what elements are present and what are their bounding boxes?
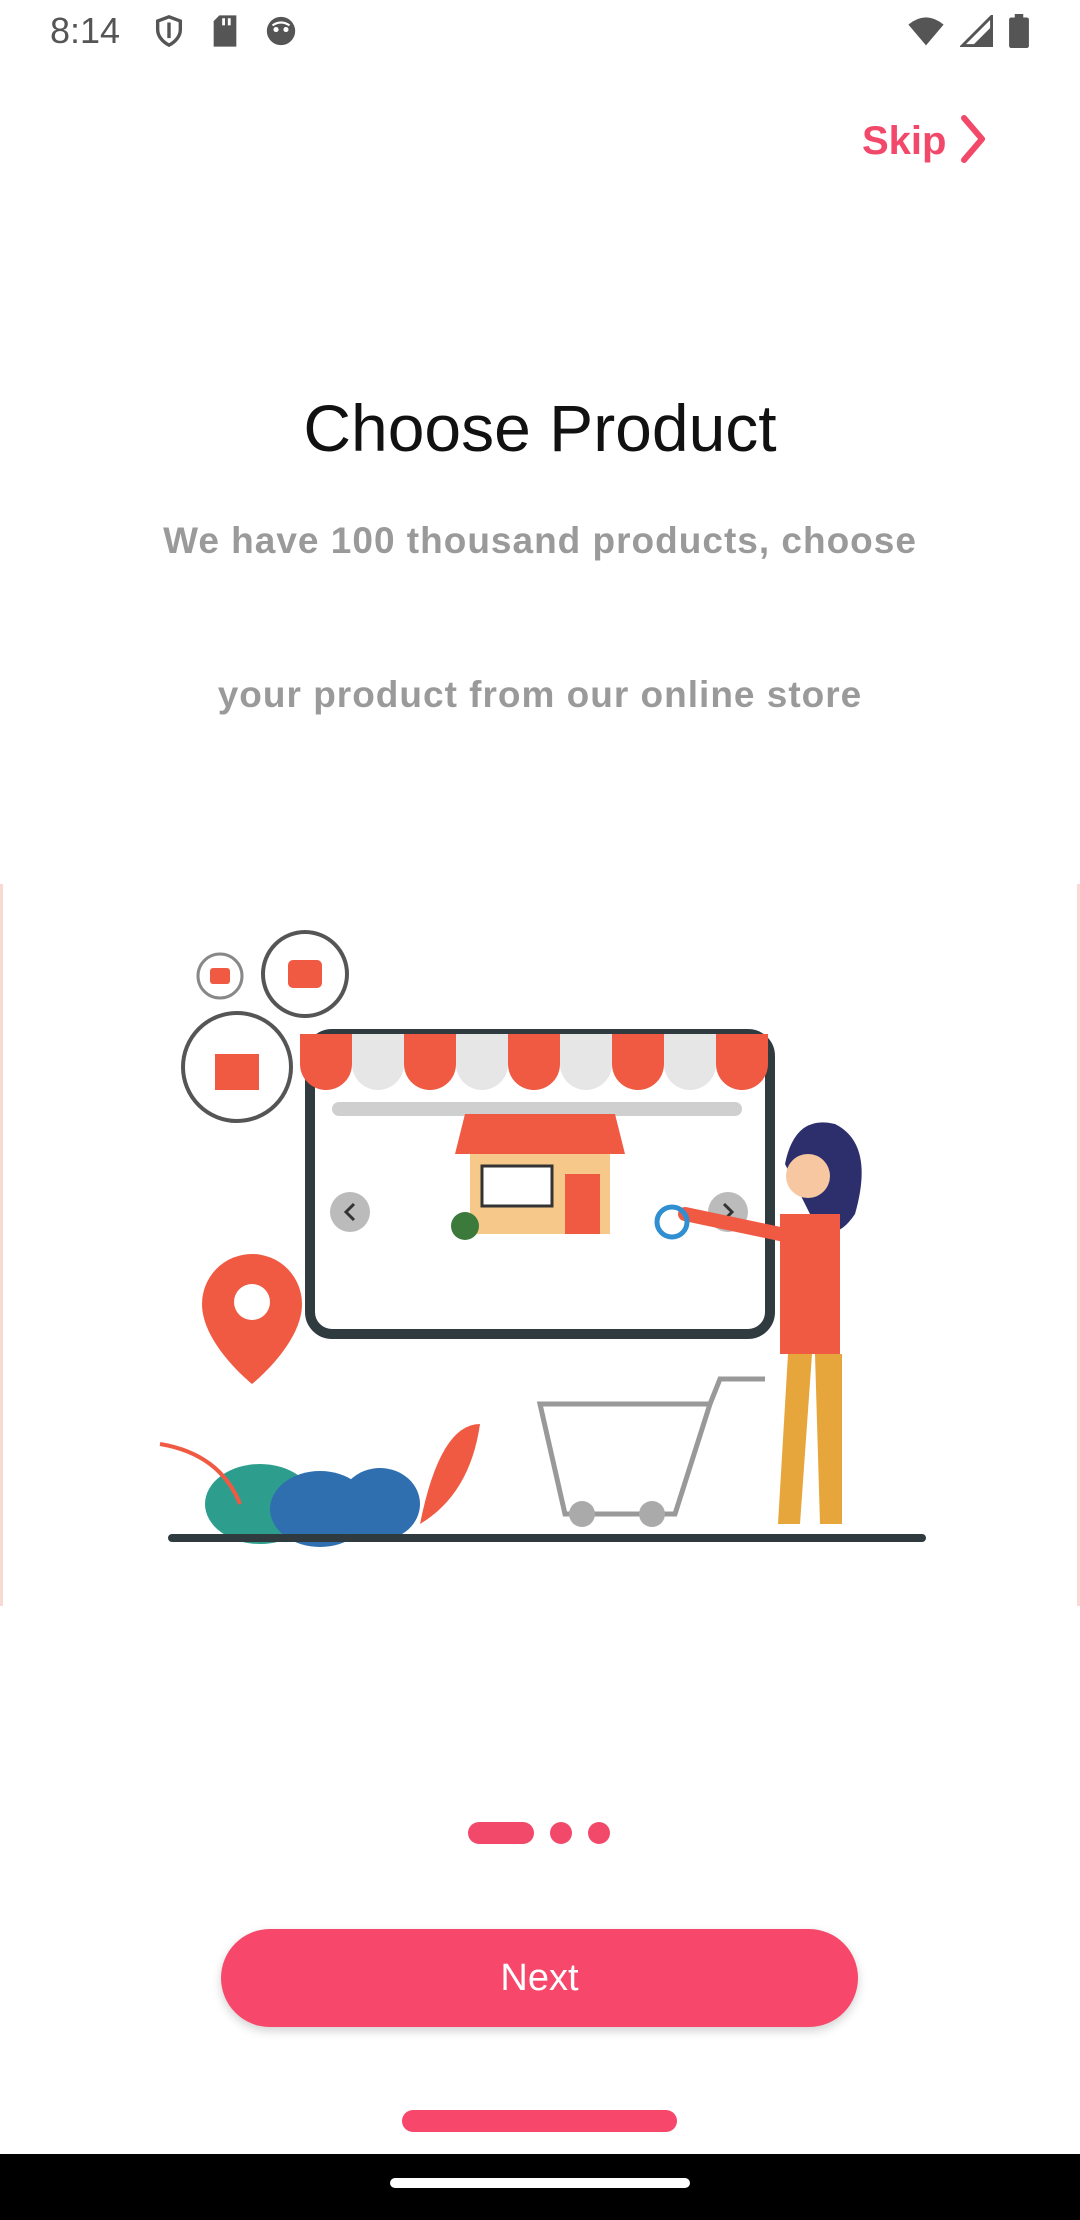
battery-icon [1008,14,1030,53]
bottom-accent-bar [402,2110,677,2132]
shield-icon [152,14,186,53]
sd-card-icon [210,14,240,53]
home-gesture-handle[interactable] [390,2178,690,2188]
wifi-icon [906,15,946,52]
page-indicator [468,1822,610,1844]
page-dot-active [468,1822,534,1844]
skip-label: Skip [862,119,947,163]
signal-icon [958,12,994,52]
status-bar: 8:14 [0,0,1080,64]
face-icon [264,14,298,53]
status-time: 8:14 [50,10,121,51]
page-dot [588,1822,610,1844]
skip-button[interactable]: Skip [862,114,988,169]
onboarding-title: Choose Product [303,391,777,465]
chevron-right-icon [958,114,988,169]
online-store-illustration [0,884,1080,1606]
page-dot [550,1822,572,1844]
onboarding-description-line1: We have 100 thousand products, choose [163,520,917,561]
system-navigation-bar [0,2154,1080,2220]
next-button[interactable]: Next [221,1929,858,2027]
onboarding-description-line2: your product from our online store [217,674,863,715]
